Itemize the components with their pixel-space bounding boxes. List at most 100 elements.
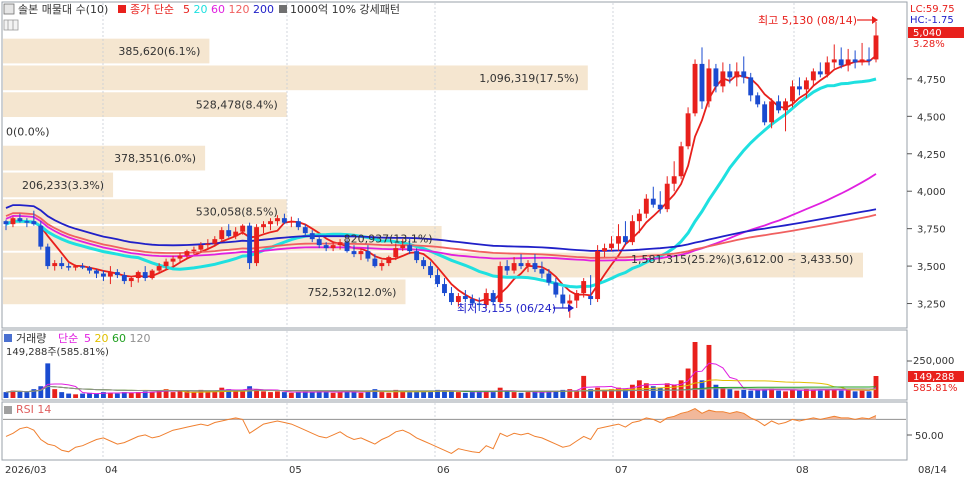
date-label: 2026/03	[5, 465, 47, 476]
volume-bar	[80, 393, 85, 398]
candle-body	[699, 63, 705, 102]
candle-body	[678, 146, 684, 177]
volume-bar	[706, 344, 712, 398]
volume-bar	[233, 391, 239, 398]
pattern-swatch	[279, 5, 287, 13]
candle-body	[379, 263, 385, 267]
candle-body	[762, 104, 768, 123]
volume-bar	[525, 392, 531, 398]
candle-body	[692, 63, 698, 114]
volume-bar	[657, 387, 663, 398]
candle-body	[386, 257, 392, 264]
volume-bar	[574, 391, 580, 398]
candle-body	[101, 273, 106, 277]
volume-bar	[734, 390, 740, 398]
volume-profile-label: 820,937(13.1%)	[344, 232, 433, 245]
volume-bar	[107, 392, 113, 398]
volume-bar	[94, 393, 99, 398]
candle-body	[629, 221, 635, 243]
candle-body	[852, 59, 858, 63]
candle-body	[428, 266, 433, 276]
candle-body	[330, 245, 336, 249]
candle-body	[873, 35, 879, 60]
candle-body	[623, 236, 628, 243]
grid-toggle-icon[interactable]	[3, 19, 19, 31]
ma-prefix: 종가 단순	[130, 3, 174, 16]
legend-period: 20	[190, 3, 208, 16]
low-label: 최저 3,155 (06/24)	[457, 302, 556, 315]
volume-bar	[17, 391, 23, 398]
candle-body	[288, 221, 294, 223]
volume-bar	[240, 390, 246, 398]
volume-bar	[490, 392, 496, 398]
volume-bar	[3, 392, 9, 398]
candle-body	[275, 218, 280, 222]
volume-bar	[66, 393, 72, 398]
candle-body	[866, 59, 872, 61]
candle-body	[588, 296, 594, 300]
volume-profile-label: 528,478(8.4%)	[196, 99, 278, 112]
candle-body	[87, 267, 92, 271]
volume-bar	[838, 390, 844, 398]
price-tick-label: 4,750	[917, 75, 946, 86]
candle-body	[205, 243, 211, 246]
date-label: 08	[796, 465, 809, 476]
volume-bar	[149, 392, 155, 398]
candle-body	[17, 218, 23, 222]
volume-tick: 250,000	[913, 356, 954, 367]
candle-body	[198, 245, 204, 250]
legend-period: 60	[208, 3, 226, 16]
candle-body	[149, 270, 155, 279]
legend-period: 120	[225, 3, 250, 16]
volume-bar	[748, 390, 754, 398]
volume-bar	[52, 389, 58, 398]
volume-bar	[539, 392, 545, 398]
volume-bar	[268, 392, 273, 398]
candle-body	[219, 230, 225, 240]
candle-body	[142, 272, 148, 279]
candle-body	[442, 284, 447, 294]
volume-bar	[407, 392, 413, 398]
candle-body	[302, 227, 308, 234]
candle-body	[177, 255, 183, 259]
date-label: 08/14	[918, 465, 947, 476]
candle-body	[685, 113, 691, 147]
candle-body	[755, 95, 761, 105]
volume-bar	[386, 392, 392, 398]
candle-body	[810, 71, 816, 81]
candle-body	[435, 275, 440, 285]
volume-profile-label: 0(0.0%)	[6, 125, 50, 138]
candle-body	[859, 59, 865, 63]
volume-swatch	[4, 334, 12, 342]
legend-period: 120	[126, 332, 151, 345]
candle-body	[121, 275, 127, 282]
candle-body	[720, 71, 726, 87]
candle-body	[643, 198, 649, 214]
candle-body	[80, 266, 85, 268]
candle-body	[309, 233, 315, 240]
volume-bar	[845, 389, 851, 398]
candle-body	[803, 80, 809, 90]
candle-body	[372, 258, 378, 267]
volume-bar	[275, 391, 280, 398]
candle-body	[783, 101, 788, 111]
volume-bar	[73, 394, 79, 398]
volume-bar	[852, 391, 858, 398]
volume-bar	[469, 392, 475, 398]
candle-body	[504, 266, 510, 271]
volume-bar	[678, 380, 684, 398]
candle-body	[490, 293, 496, 303]
legend-menu-icon[interactable]	[3, 3, 15, 15]
candle-body	[824, 62, 830, 75]
candle-body	[574, 293, 580, 301]
candle-body	[163, 261, 169, 267]
volume-bar	[45, 363, 51, 398]
candle-body	[776, 101, 781, 111]
candle-body	[602, 248, 607, 252]
candle-body	[657, 204, 663, 210]
price-tick-label: 3,500	[917, 262, 946, 273]
candle-body	[365, 251, 371, 259]
volume-bar	[741, 389, 747, 398]
volume-title: 거래량	[16, 332, 46, 345]
candle-body	[59, 263, 65, 267]
